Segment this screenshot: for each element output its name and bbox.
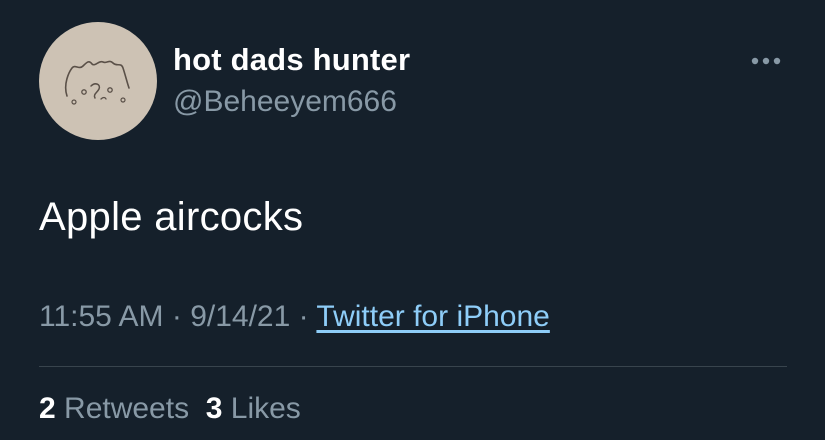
author-handle[interactable]: @Beheeyem666 — [173, 85, 397, 119]
more-options-button[interactable] — [744, 46, 790, 76]
likes-stat[interactable]: 3 Likes — [206, 392, 301, 425]
tweet-card: hot dads hunter @Beheeyem666 Apple airco… — [0, 0, 825, 440]
divider — [39, 366, 787, 367]
tweet-time[interactable]: 11:55 AM — [39, 300, 164, 333]
retweets-count: 2 — [39, 392, 56, 425]
tweet-source-link[interactable]: Twitter for iPhone — [316, 300, 549, 333]
likes-count: 3 — [205, 392, 223, 425]
meta-separator: · — [163, 300, 191, 333]
likes-label: Likes — [222, 392, 301, 425]
author-display-name[interactable]: hot dads hunter — [173, 42, 410, 78]
retweets-label: Retweets — [55, 392, 190, 425]
tweet-text: Apple aircocks — [39, 195, 304, 239]
meta-separator: · — [290, 300, 317, 333]
tweet-date[interactable]: 9/14/21 — [190, 300, 290, 333]
tweet-meta: 11:55 AM · 9/14/21 · Twitter for iPhone — [39, 300, 550, 334]
retweets-stat[interactable]: 2 Retweets — [39, 392, 189, 425]
more-horizontal-icon — [751, 57, 781, 65]
doodle-face-icon — [64, 60, 130, 105]
avatar[interactable] — [39, 22, 157, 140]
tweet-stats: 2 Retweets 3 Likes — [39, 392, 301, 426]
